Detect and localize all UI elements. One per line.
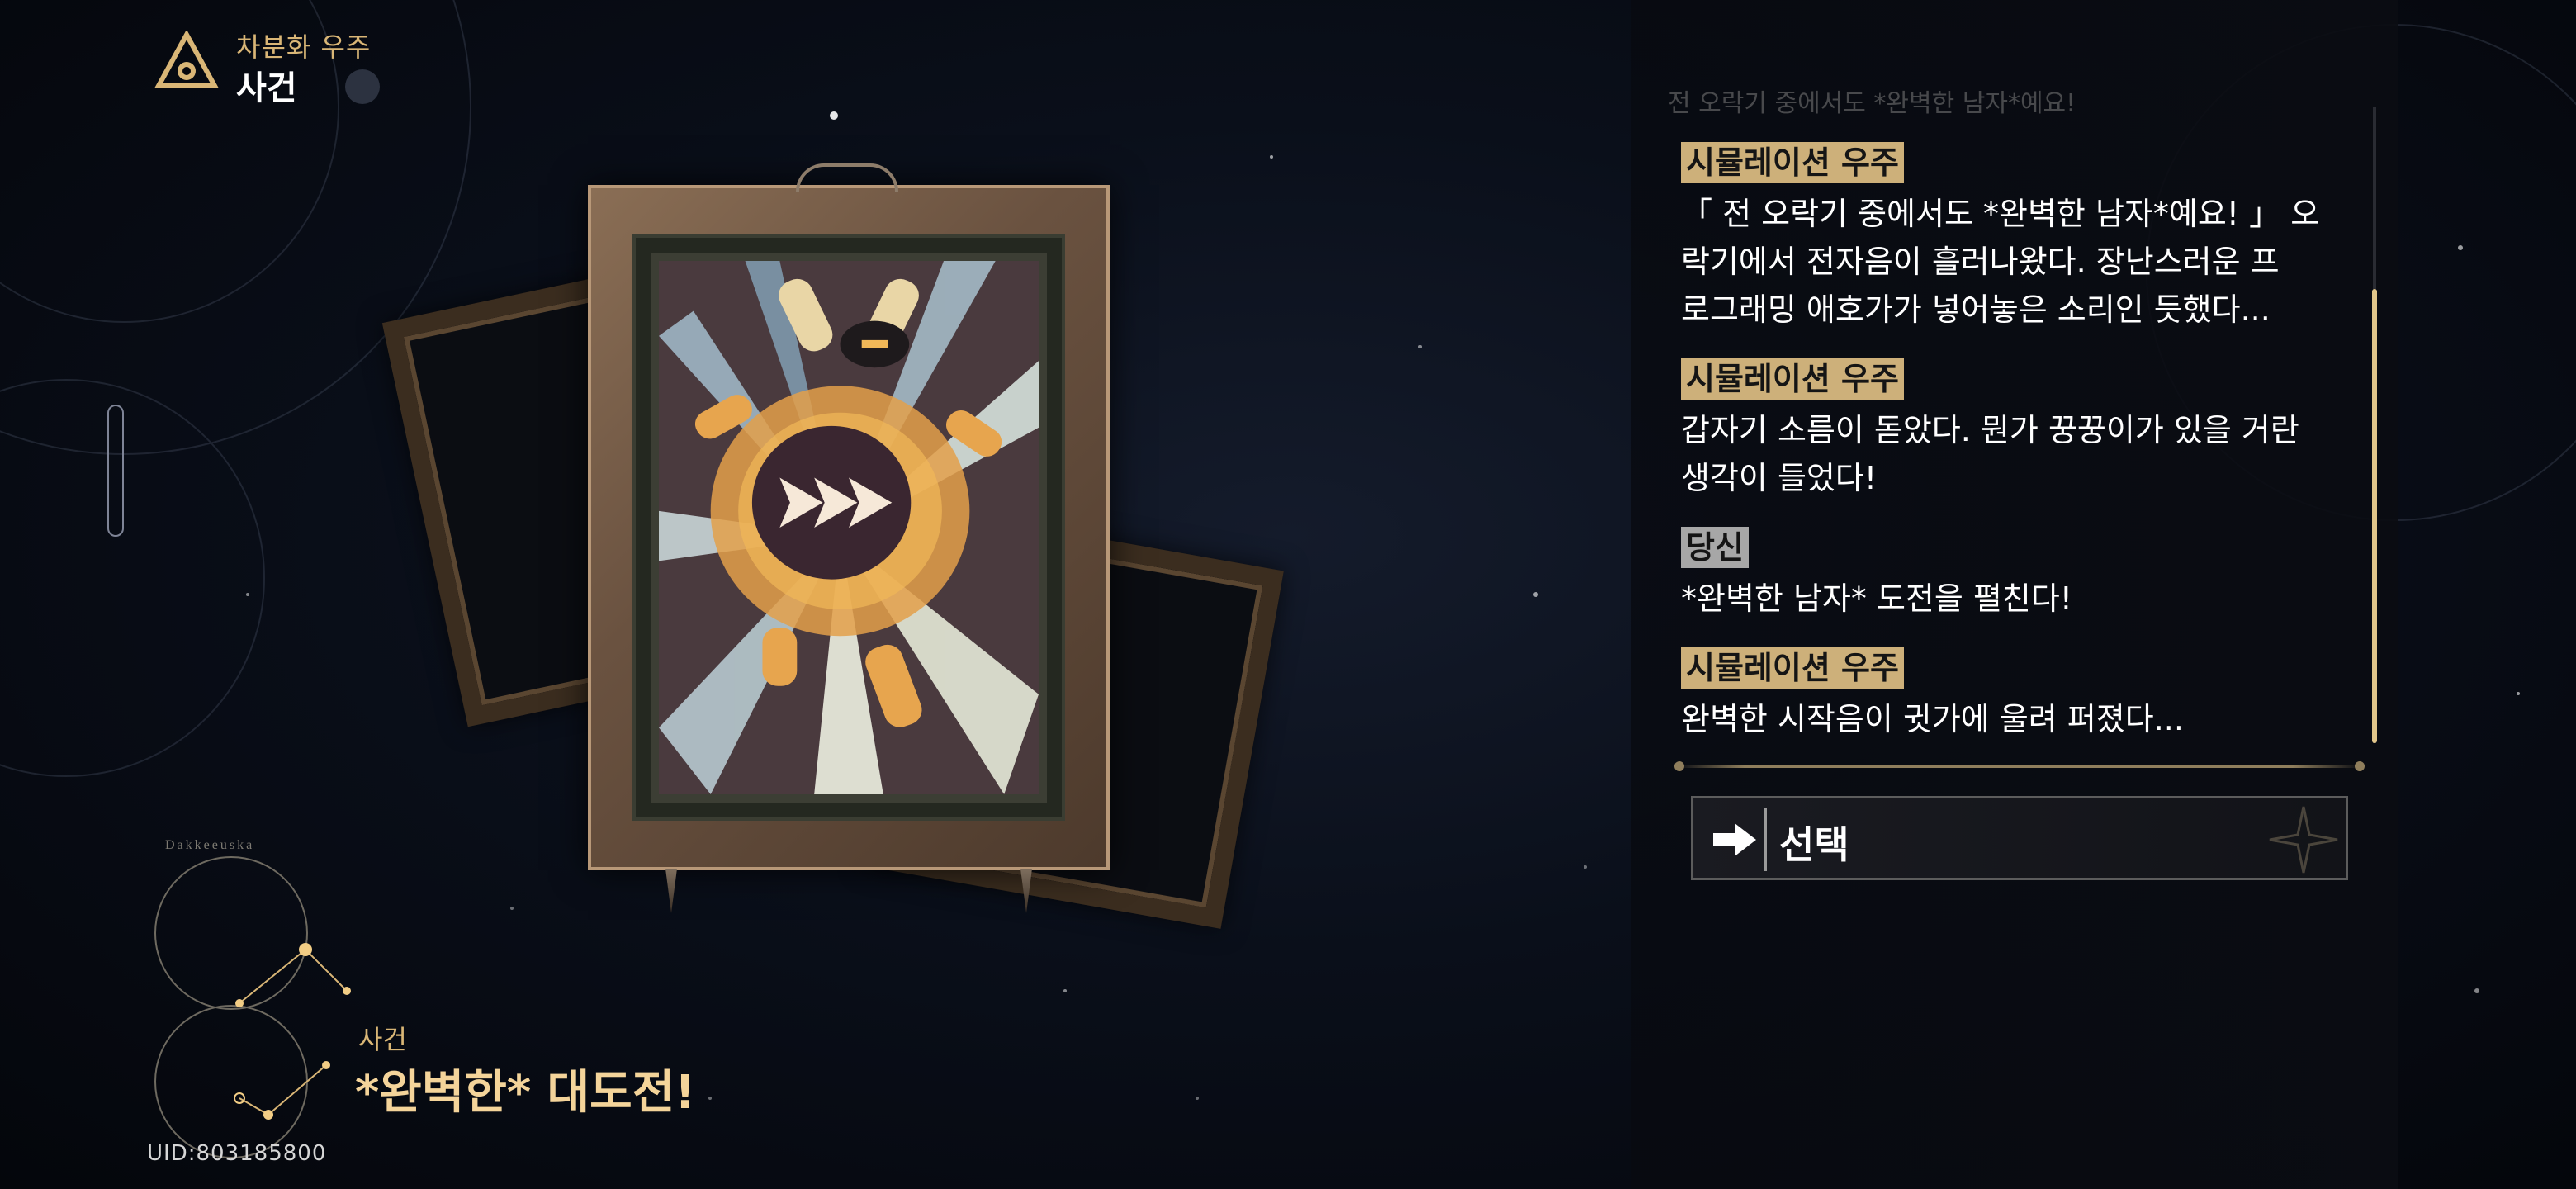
dialog-line: 「 전 오락기 중에서도 *완벽한 남자*예요! 」 오	[1681, 196, 2320, 232]
constellation-decoration: Dakkeeuska	[154, 838, 351, 1158]
event-title: *완벽한* 대도전!	[355, 1066, 696, 1120]
choice-separator	[1764, 808, 1767, 871]
compass-star-icon	[2269, 806, 2338, 874]
speaker-tag: 당신	[1681, 527, 1749, 568]
header-subtitle: 차분화 우주	[236, 31, 372, 63]
svg-text:Dakkeeuska: Dakkeeuska	[165, 838, 254, 852]
dialog-divider	[1676, 765, 2361, 768]
arrow-right-icon	[1713, 823, 1756, 856]
dialog-line: 락기에서 전자음이 흘러나왔다. 장난스러운 프	[1681, 244, 2280, 280]
dialog-line: *완벽한 남자* 도전을 펼친다!	[1681, 580, 2073, 617]
event-painting-frame	[588, 163, 1110, 913]
dialog-partial-line: 전 오락기 중에서도 *완벽한 남자*예요!	[1668, 89, 2076, 116]
speaker-tag: 시뮬레이션 우주	[1681, 647, 1904, 689]
speaker-tag: 시뮬레이션 우주	[1681, 142, 1904, 183]
dialog-line: 생각이 들었다!	[1681, 460, 1878, 496]
divider-dot	[1674, 761, 1684, 771]
event-category: 사건	[358, 1024, 407, 1055]
dialog-entry: 당신 *완벽한 남자* 도전을 펼친다!	[1681, 527, 2358, 623]
player-uid: UID:803185800	[147, 1141, 327, 1166]
location-header: 차분화 우주 사건	[154, 25, 484, 107]
dialog-line: 로그래밍 애호가가 넣어놓은 소리인 듯했다...	[1681, 291, 2271, 328]
dialog-entry: 시뮬레이션 우주 「 전 오락기 중에서도 *완벽한 남자*예요! 」 오 락기…	[1681, 142, 2358, 334]
header-title: 사건	[236, 69, 297, 107]
dialog-line: 완벽한 시작음이 귓가에 울려 퍼졌다...	[1681, 701, 2184, 737]
frame-inner	[632, 234, 1065, 821]
frame-top-ornament	[796, 163, 898, 192]
dialog-log[interactable]: 시뮬레이션 우주 「 전 오락기 중에서도 *완벽한 남자*예요! 」 오 락기…	[1681, 142, 2358, 768]
speaker-tag: 시뮬레이션 우주	[1681, 358, 1904, 400]
dialog-entry: 시뮬레이션 우주 완벽한 시작음이 귓가에 울려 퍼졌다...	[1681, 647, 2358, 743]
menu-dot[interactable]	[345, 69, 380, 104]
dialog-line: 갑자기 소름이 돋았다. 뭔가 꿍꿍이가 있을 거란	[1681, 412, 2299, 448]
choice-label: 선택	[1779, 822, 1849, 867]
side-drag-handle[interactable]	[107, 405, 124, 537]
dialog-entry: 시뮬레이션 우주 갑자기 소름이 돋았다. 뭔가 꿍꿍이가 있을 거란 생각이 …	[1681, 358, 2358, 502]
divider-dot	[2355, 761, 2365, 771]
frame-mat	[651, 253, 1047, 803]
choice-select-button[interactable]: 선택	[1691, 796, 2348, 880]
simulated-universe-logo-icon	[154, 31, 220, 88]
event-artwork	[659, 261, 1039, 794]
dialog-scrollbar-thumb[interactable]	[2372, 289, 2377, 743]
